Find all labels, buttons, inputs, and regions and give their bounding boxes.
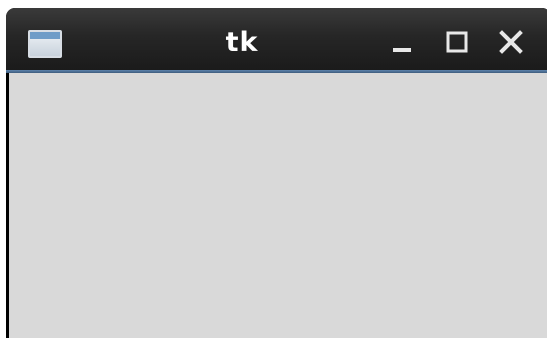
title-bar[interactable]: tk [6,8,547,70]
minimize-icon [393,48,411,52]
window-client-area[interactable] [9,73,547,338]
maximize-button[interactable] [444,29,472,57]
minimize-button[interactable] [390,29,418,57]
app-icon-titlebar [30,32,60,39]
tk-window: tk [6,8,547,338]
maximize-icon [446,31,468,53]
window-app-icon[interactable] [28,30,62,58]
close-button[interactable] [498,29,526,57]
window-title: tk [225,27,259,58]
close-icon [499,30,523,54]
